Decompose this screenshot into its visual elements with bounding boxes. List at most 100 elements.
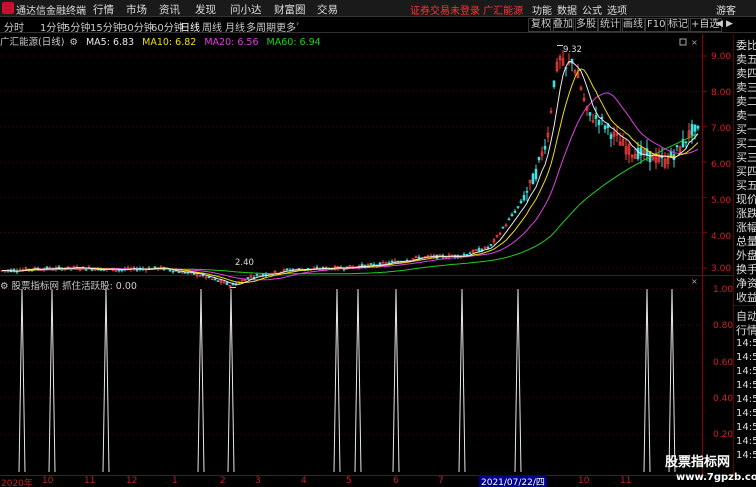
price-tick: 3.00	[711, 264, 732, 274]
indicator-spike	[458, 288, 466, 473]
date-tick: 10	[42, 476, 54, 486]
candle-body	[153, 266, 157, 269]
price-tick: 9.00	[711, 52, 732, 62]
candle-body	[510, 214, 514, 216]
candle-body	[285, 268, 289, 271]
date-axis: 2020年 10 11 12 1 2 3 4 5 6 7 8 9 10 11	[0, 475, 733, 487]
candle-body	[507, 218, 511, 221]
trade-time: 14:5	[736, 436, 756, 447]
candle-body	[315, 266, 319, 269]
date-tick: 7	[438, 476, 444, 486]
candle-body	[468, 252, 472, 255]
quote-tab-label[interactable]: 行情	[736, 322, 756, 338]
candle-body	[534, 168, 538, 180]
close-icon[interactable]: ×	[691, 38, 698, 47]
candle-body	[489, 244, 493, 246]
trade-time: 14:5	[736, 380, 756, 391]
watermark-url: www.7gpzb.com	[676, 472, 756, 483]
trade-time: 14:5	[736, 366, 756, 377]
candle-body	[588, 112, 592, 116]
ma60-line	[2, 133, 699, 275]
low-annotation: 2.40	[235, 258, 254, 268]
quote-label: 收益	[736, 291, 756, 304]
price-tick: 6.00	[711, 160, 732, 170]
indicator-tick: 0.20	[713, 430, 734, 440]
candle-body	[369, 263, 373, 265]
trade-time: 14:5	[736, 450, 756, 461]
date-tick: 6	[393, 476, 399, 486]
candle-body	[636, 147, 640, 160]
indicator-spike	[333, 288, 341, 473]
candle-body	[693, 124, 697, 132]
candle-body	[171, 270, 175, 273]
candle-body	[516, 206, 520, 208]
price-tick: 5.00	[711, 196, 732, 206]
indicator-spike	[48, 288, 56, 473]
trade-time: 14:5	[736, 408, 756, 419]
candle-body	[486, 247, 490, 249]
watermark-title: 股票指标网	[665, 455, 731, 470]
date-tick: 2	[220, 476, 226, 486]
candle-body	[84, 269, 88, 271]
candle-body	[462, 253, 466, 256]
candle-body	[213, 278, 217, 281]
candle-body	[117, 269, 121, 272]
settings-icon[interactable]: ⚙	[0, 281, 12, 292]
trade-time: 14:5	[736, 352, 756, 363]
ma5-line	[2, 60, 699, 285]
indicator-spike	[227, 288, 235, 473]
indicator-spike	[643, 288, 651, 473]
indicator-spike	[514, 288, 522, 473]
date-tick: 3	[255, 476, 261, 486]
date-tick: 5	[346, 476, 352, 486]
candle-body	[552, 80, 556, 88]
ma20-line	[2, 92, 699, 281]
candle-body	[696, 126, 700, 129]
candle-body	[255, 274, 259, 276]
trade-time: 14:5	[736, 422, 756, 433]
candle-body	[690, 124, 694, 136]
indicator-spike	[102, 288, 110, 473]
price-grid	[0, 55, 707, 269]
date-tick: 11	[620, 476, 632, 486]
ma10-line	[2, 68, 699, 283]
candle-body	[600, 116, 604, 119]
candle-body	[465, 254, 469, 256]
cursor-date: 2021/07/22/四	[479, 475, 547, 487]
indicator-name[interactable]: 股票指标网 抓住活跃股: 0.00	[12, 281, 137, 292]
indicator-spikes	[18, 288, 676, 473]
candle-body	[609, 134, 613, 139]
date-tick: 2020年	[1, 479, 33, 487]
date-tick: 4	[301, 476, 307, 486]
candlesticks	[0, 50, 700, 290]
close-icon[interactable]: ×	[691, 277, 698, 286]
indicator-spike	[18, 288, 26, 473]
candle-body	[513, 210, 517, 213]
indicator-tick: 0.60	[713, 358, 734, 368]
quote-panel: 委比 卖五 卖四 卖三 卖二 卖一 买一 买二 买三 买四 买五 现价 涨跌 涨…	[733, 34, 756, 475]
date-tick: 10	[578, 476, 590, 486]
candle-body	[501, 226, 505, 229]
candle-body	[225, 282, 229, 285]
indicator-tick: 0.40	[713, 394, 734, 404]
maximize-icon[interactable]	[679, 38, 687, 46]
date-tick: 1	[172, 476, 178, 486]
candle-body	[261, 273, 265, 276]
indicator-tick: 1.00	[713, 285, 734, 295]
candle-body	[477, 248, 481, 252]
candle-body	[390, 260, 394, 263]
indicator-spike	[668, 288, 676, 473]
candle-body	[597, 119, 601, 126]
candle-body	[543, 146, 547, 150]
indicator-spike	[197, 288, 205, 473]
price-tick: 4.00	[711, 232, 732, 242]
indicator-header: ⚙ 股票指标网 抓住活跃股: 0.00	[0, 278, 137, 292]
price-tick: 8.00	[711, 88, 732, 98]
candle-body	[519, 200, 523, 204]
date-tick: 11	[84, 476, 96, 486]
kline-chart[interactable]: × ×	[0, 0, 756, 487]
moving-average-lines	[2, 44, 699, 288]
price-tick: 7.00	[711, 124, 732, 134]
candle-body	[183, 271, 187, 274]
candle-body	[522, 195, 526, 201]
